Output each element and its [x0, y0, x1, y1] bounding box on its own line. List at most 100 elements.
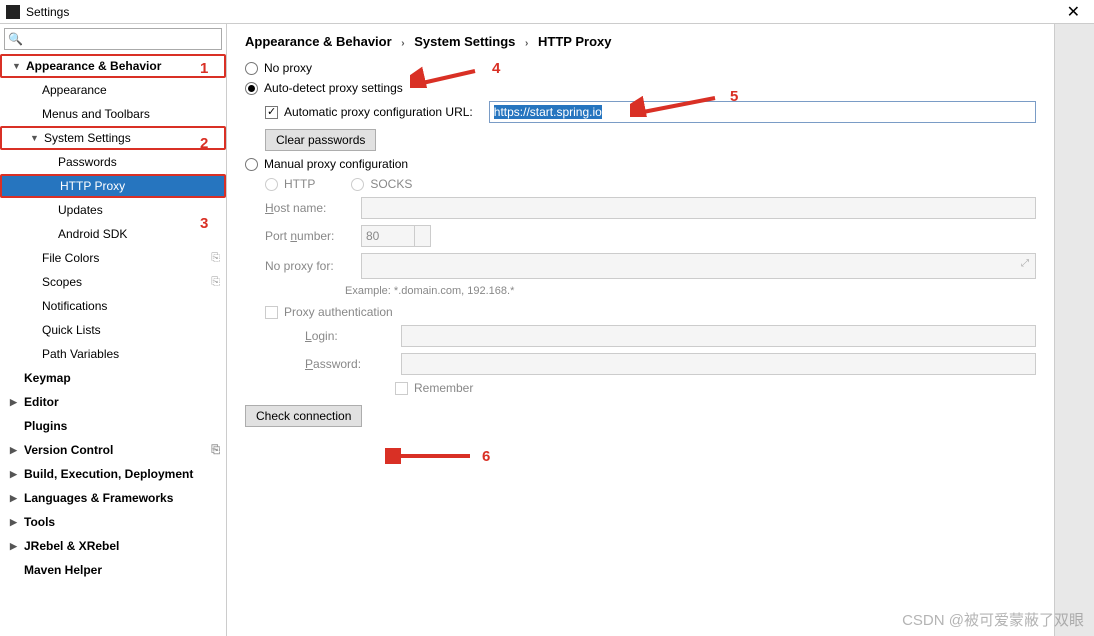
sidebar-item-version-control[interactable]: ▶Version Control⎘ [0, 438, 226, 462]
http-radio [265, 178, 278, 191]
sidebar-item-label: Android SDK [58, 227, 127, 241]
settings-tree: ▼ Appearance & Behavior Appearance Menus an… [0, 54, 226, 636]
sidebar-item-keymap[interactable]: Keymap [0, 366, 226, 390]
sidebar-item-system-settings[interactable]: ▼System Settings [0, 126, 226, 150]
login-label: Login: [305, 329, 395, 343]
close-icon[interactable]: ✕ [1059, 2, 1088, 22]
auto-detect-radio[interactable] [245, 82, 258, 95]
sidebar-item-scopes[interactable]: Scopes ⎘ [0, 270, 226, 294]
sidebar-item-label: Scopes [42, 275, 82, 289]
check-connection-button[interactable]: Check connection [245, 405, 362, 427]
auto-url-value: https://start.spring.io [494, 105, 602, 119]
auto-url-label: Automatic proxy configuration URL: [284, 105, 473, 119]
app-logo-icon [6, 5, 20, 19]
sidebar-item-label: Keymap [24, 371, 71, 385]
breadcrumb-item: System Settings [414, 34, 515, 49]
breadcrumb-item: HTTP Proxy [538, 34, 611, 49]
sidebar-item-label: Notifications [42, 299, 107, 313]
annotation-6: 6 [482, 448, 490, 465]
sidebar: 🔍 ▼ Appearance & Behavior Appearance Menus … [0, 24, 227, 636]
chevron-right-icon: ▶ [10, 469, 20, 480]
sidebar-item-path-variables[interactable]: Path Variables [0, 342, 226, 366]
chevron-right-icon: ▶ [10, 517, 20, 528]
sidebar-item-updates[interactable]: Updates [0, 198, 226, 222]
sidebar-item-label: Languages & Frameworks [24, 491, 173, 505]
search-box: 🔍 [4, 28, 222, 50]
sidebar-item-label: JRebel & XRebel [24, 539, 119, 553]
remember-checkbox [395, 382, 408, 395]
sidebar-item-maven-helper[interactable]: Maven Helper [0, 558, 226, 582]
copy-icon: ⎘ [211, 276, 220, 289]
sidebar-item-editor[interactable]: ▶Editor [0, 390, 226, 414]
breadcrumb-item: Appearance & Behavior [245, 34, 392, 49]
http-label: HTTP [284, 177, 315, 191]
sidebar-item-languages-frameworks[interactable]: ▶Languages & Frameworks [0, 486, 226, 510]
sidebar-item-label: Build, Execution, Deployment [24, 467, 193, 481]
chevron-down-icon: ▼ [12, 61, 22, 71]
sidebar-item-label: Appearance & Behavior [26, 59, 161, 73]
auto-url-checkbox[interactable] [265, 106, 278, 119]
remember-label: Remember [414, 381, 473, 395]
chevron-right-icon: › [401, 38, 404, 49]
sidebar-item-label: Path Variables [42, 347, 119, 361]
no-proxy-radio[interactable] [245, 62, 258, 75]
auth-label: Proxy authentication [284, 305, 393, 319]
sidebar-item-passwords[interactable]: Passwords [0, 150, 226, 174]
chevron-right-icon: ▶ [10, 397, 20, 408]
manual-proxy-radio[interactable] [245, 158, 258, 171]
manual-proxy-label: Manual proxy configuration [264, 157, 408, 171]
sidebar-item-quick-lists[interactable]: Quick Lists [0, 318, 226, 342]
example-text: Example: *.domain.com, 192.168.* [345, 285, 1036, 297]
port-input: 80 [361, 225, 431, 247]
chevron-right-icon: ▶ [10, 541, 20, 552]
sidebar-item-menus-and-toolbars[interactable]: Menus and Toolbars [0, 102, 226, 126]
socks-radio [351, 178, 364, 191]
sidebar-item-label: Menus and Toolbars [42, 107, 150, 121]
auth-checkbox [265, 306, 278, 319]
arrow-4-icon [410, 66, 480, 88]
sidebar-item-file-colors[interactable]: File Colors⎘ [0, 246, 226, 270]
sidebar-item-appearance[interactable]: Appearance [0, 78, 226, 102]
chevron-right-icon: › [525, 38, 528, 49]
sidebar-item-label: Passwords [58, 155, 117, 169]
sidebar-item-notifications[interactable]: Notifications [0, 294, 226, 318]
login-input [401, 325, 1036, 347]
sidebar-item-android-sdk[interactable]: Android SDK [0, 222, 226, 246]
annotation-4: 4 [492, 60, 500, 77]
sidebar-item-label: Quick Lists [42, 323, 101, 337]
sidebar-item-label: Updates [58, 203, 103, 217]
sidebar-item-label: Tools [24, 515, 55, 529]
no-proxy-label: No proxy [264, 61, 312, 75]
annotation-3: 3 [200, 215, 208, 232]
search-input[interactable] [4, 28, 222, 50]
sidebar-item-http-proxy[interactable]: HTTP Proxy [0, 174, 226, 198]
password-label: Password: [305, 357, 395, 371]
sidebar-item-tools[interactable]: ▶ Tools [0, 510, 226, 534]
auto-url-input[interactable]: https://start.spring.io [489, 101, 1036, 123]
port-value: 80 [366, 229, 379, 243]
annotation-5: 5 [730, 88, 738, 105]
copy-icon: ⎘ [211, 444, 220, 457]
arrow-6-icon [385, 448, 475, 464]
sidebar-item-label: Appearance [42, 83, 107, 97]
title-bar: Settings ✕ [0, 0, 1094, 24]
password-input [401, 353, 1036, 375]
clear-passwords-button[interactable]: Clear passwords [265, 129, 376, 151]
sidebar-item-build-execution-deployment[interactable]: ▶ Build, Execution, Deployment [0, 462, 226, 486]
noproxy-label: No proxy for: [265, 259, 355, 273]
annotation-2: 2 [200, 135, 208, 152]
sidebar-item-appearance-behavior[interactable]: ▼ Appearance & Behavior [0, 54, 226, 78]
expand-icon: ⤢ [1021, 258, 1029, 269]
chevron-down-icon: ▼ [30, 133, 40, 143]
sidebar-item-plugins[interactable]: Plugins [0, 414, 226, 438]
sidebar-item-jrebel-xrebel[interactable]: ▶ JRebel & XRebel [0, 534, 226, 558]
sidebar-item-label: Maven Helper [24, 563, 102, 577]
breadcrumb: Appearance & Behavior › System Settings … [245, 34, 1036, 49]
socks-label: SOCKS [370, 177, 412, 191]
auto-detect-label: Auto-detect proxy settings [264, 81, 403, 95]
annotation-1: 1 [200, 60, 208, 77]
sidebar-item-label: HTTP Proxy [60, 179, 125, 193]
host-input [361, 197, 1036, 219]
chevron-right-icon: ▶ [10, 445, 20, 456]
watermark: CSDN @被可爱蒙蔽了双眼 [902, 609, 1084, 630]
